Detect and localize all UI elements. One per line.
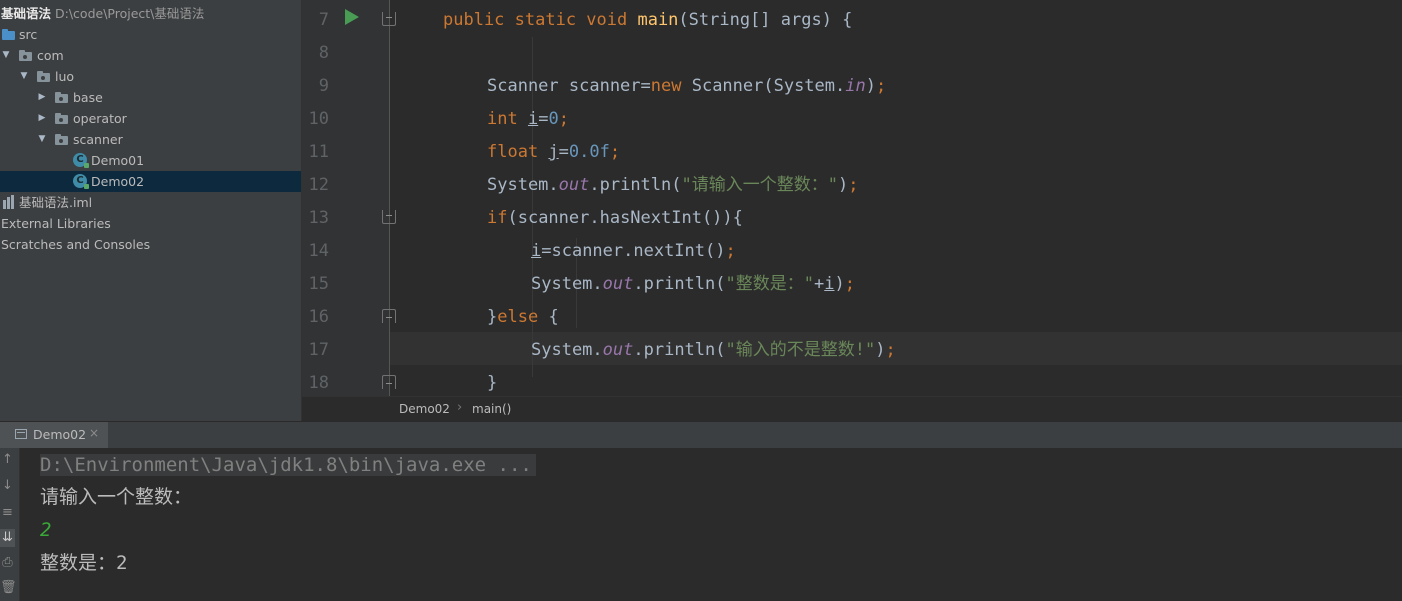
code-line-11: float j=0.0f; — [487, 142, 621, 162]
arrow-up-icon[interactable]: ↑ — [0, 451, 15, 469]
run-triangle-icon[interactable] — [345, 9, 359, 25]
breadcrumb-class[interactable]: Demo02 — [399, 402, 450, 416]
code-line-7: public static void main(String[] args) { — [443, 10, 853, 30]
code-line-17: System.out.println("输入的不是整数!"); — [531, 340, 896, 360]
scroll-to-end-icon[interactable]: ⇊ — [0, 529, 15, 547]
tree-item-label: 基础语法.iml — [19, 195, 93, 210]
line-number: 15 — [308, 274, 329, 294]
package-icon — [55, 92, 69, 103]
tree-item-label: Scratches and Consoles — [1, 237, 151, 252]
code-editor[interactable]: 7 8 9 10 11 12 13 14 15 16 17 18 public … — [302, 0, 1402, 396]
chevron-down-icon[interactable]: ▼ — [19, 66, 29, 87]
code-line-14: i=scanner.nextInt(); — [531, 241, 736, 261]
tree-item-external-libraries[interactable]: External Libraries — [0, 213, 301, 234]
tree-item-project-root[interactable]: 基础语法 D:\code\Project\基础语法 — [0, 3, 301, 24]
console-user-input: 2 — [40, 519, 52, 541]
package-icon — [55, 134, 69, 145]
run-tool-window-tabs: Demo02 × — [0, 421, 1402, 449]
code-line-9: Scanner scanner=new Scanner(System.in); — [487, 76, 887, 96]
code-line-15: System.out.println("整数是："+i); — [531, 274, 855, 294]
chevron-down-icon[interactable]: ▼ — [37, 129, 47, 150]
chevron-right-icon[interactable]: ▶ — [37, 87, 47, 108]
soft-wrap-icon[interactable]: ≡ — [0, 504, 15, 522]
line-number: 9 — [318, 76, 329, 96]
project-tool-window: 基础语法 D:\code\Project\基础语法 src ▼ com ▼ lu… — [0, 0, 302, 421]
line-number: 14 — [308, 241, 329, 261]
tab-label: Demo02 — [33, 427, 87, 442]
line-number: 18 — [308, 373, 329, 393]
tree-item-label: src — [19, 27, 38, 42]
code-line-18: } — [487, 373, 498, 393]
tree-item-src[interactable]: src — [0, 24, 301, 45]
tree-item-scratches[interactable]: Scratches and Consoles — [0, 234, 301, 255]
folder-icon — [2, 29, 16, 40]
chevron-right-icon: › — [457, 400, 463, 415]
editor-gutter[interactable]: 7 8 9 10 11 12 13 14 15 16 17 18 — [302, 0, 396, 396]
tab-demo02[interactable]: Demo02 × — [0, 422, 108, 448]
breadcrumb-method[interactable]: main() — [472, 402, 511, 416]
console-result: 整数是：2 — [40, 552, 128, 574]
tree-item-luo[interactable]: ▼ luo — [0, 66, 301, 87]
package-icon — [55, 113, 69, 124]
console-prompt: 请输入一个整数： — [40, 486, 193, 508]
line-number: 13 — [308, 208, 329, 228]
console-command-line: D:\Environment\Java\jdk1.8\bin\java.exe … — [40, 449, 536, 482]
code-line-13: if(scanner.hasNextInt()){ — [487, 208, 743, 228]
tree-item-label: com — [37, 48, 64, 63]
trash-icon[interactable]: 🗑 — [0, 579, 17, 597]
chevron-right-icon[interactable]: ▶ — [37, 108, 47, 129]
java-class-icon — [73, 153, 89, 168]
package-icon — [19, 50, 33, 61]
java-class-icon — [73, 174, 89, 189]
package-icon — [37, 71, 51, 82]
tree-item-label: base — [73, 90, 103, 105]
arrow-down-icon[interactable]: ↓ — [0, 477, 15, 495]
tree-item-label: External Libraries — [1, 216, 111, 231]
tree-item-operator[interactable]: ▶ operator — [0, 108, 301, 129]
line-number: 8 — [318, 43, 329, 63]
line-number: 10 — [308, 109, 329, 129]
line-number: 17 — [308, 340, 329, 360]
console-command: D:\Environment\Java\jdk1.8\bin\java.exe … — [40, 454, 536, 476]
tree-item-demo01[interactable]: Demo01 — [0, 150, 301, 171]
tree-item-label: scanner — [73, 132, 123, 147]
line-number: 12 — [308, 175, 329, 195]
tree-item-label: operator — [73, 111, 127, 126]
tree-item-base[interactable]: ▶ base — [0, 87, 301, 108]
console-toolbar: ↑ ↓ ≡ ⇊ ⎙ 🗑 — [0, 448, 20, 601]
print-icon[interactable]: ⎙ — [0, 554, 15, 572]
tree-item-label: luo — [55, 69, 75, 84]
tree-item-com[interactable]: ▼ com — [0, 45, 301, 66]
console-output[interactable]: D:\Environment\Java\jdk1.8\bin\java.exe … — [20, 448, 1402, 601]
project-name: 基础语法 — [1, 6, 52, 21]
tree-item-label: Demo01 — [91, 153, 145, 168]
chevron-down-icon[interactable]: ▼ — [1, 45, 11, 66]
iml-file-icon — [3, 195, 15, 209]
tree-item-label: Demo02 — [91, 174, 145, 189]
console-icon — [15, 429, 27, 439]
close-icon[interactable]: × — [89, 426, 99, 440]
project-path: D:\code\Project\基础语法 — [55, 6, 205, 21]
tree-item-scanner[interactable]: ▼ scanner — [0, 129, 301, 150]
line-number: 11 — [308, 142, 329, 162]
code-line-10: int i=0; — [487, 109, 569, 129]
code-line-16: }else { — [487, 307, 559, 327]
tree-item-iml[interactable]: 基础语法.iml — [0, 192, 301, 213]
code-area[interactable]: public static void main(String[] args) {… — [390, 0, 1402, 396]
code-line-12: System.out.println("请输入一个整数："); — [487, 175, 859, 195]
tree-item-demo02[interactable]: Demo02 — [0, 171, 301, 192]
line-number: 7 — [318, 10, 329, 30]
line-number: 16 — [308, 307, 329, 327]
editor-breadcrumbs: Demo02 › main() — [302, 396, 1402, 422]
